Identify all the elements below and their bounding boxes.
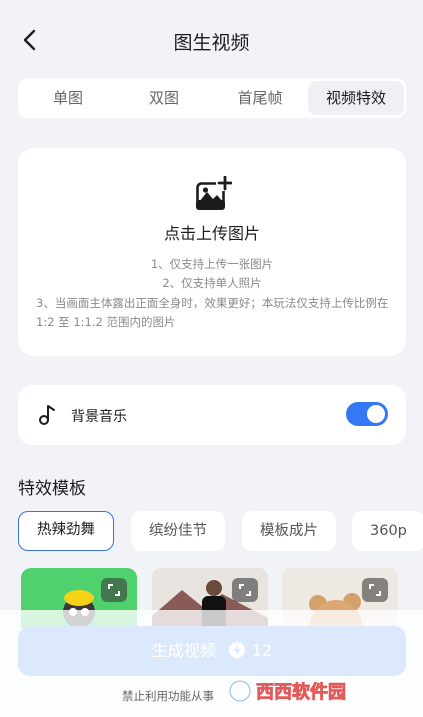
expand-icon[interactable]	[101, 578, 127, 602]
mode-tabs: 单图 双图 首尾帧 视频特效	[18, 78, 406, 118]
expand-icon[interactable]	[362, 578, 388, 602]
header: 图生视频	[0, 0, 423, 80]
music-toggle[interactable]	[346, 402, 388, 426]
tab-double-image[interactable]: 双图	[116, 81, 212, 115]
music-label: 背景音乐	[71, 409, 127, 425]
music-note-icon	[39, 405, 55, 425]
templates-title: 特效模板	[18, 479, 86, 499]
svg-text:西西软件园: 西西软件园	[256, 681, 346, 703]
upload-title: 点击上传图片	[163, 224, 260, 243]
chip-festival[interactable]: 缤纷佳节	[131, 511, 225, 551]
add-image-icon	[196, 176, 232, 210]
template-chips: 热辣劲舞 缤纷佳节 模板成片 360p	[18, 511, 423, 551]
tab-video-effects[interactable]: 视频特效	[308, 81, 404, 115]
watermark-logo: 西西软件园 CR173.COM	[228, 679, 372, 711]
toggle-knob	[367, 405, 385, 423]
generate-cost: 12	[251, 641, 273, 660]
generate-video-button[interactable]: 生成视频 12	[18, 626, 406, 676]
upload-rule-2: 2、仅支持单人照片	[162, 276, 262, 290]
chip-360p[interactable]: 360p	[352, 511, 423, 551]
generate-label: 生成视频	[151, 641, 216, 660]
upload-rule-1: 1、仅支持上传一张图片	[150, 257, 274, 271]
chip-template-film[interactable]: 模板成片	[242, 511, 336, 551]
svg-text:CR173.COM: CR173.COM	[324, 702, 372, 711]
expand-icon[interactable]	[232, 578, 258, 602]
tab-single-image[interactable]: 单图	[20, 81, 116, 115]
background-music-row: 背景音乐	[18, 385, 406, 445]
page-title: 图生视频	[173, 32, 250, 54]
upload-rule-3: 3、当画面主体露出正面全身时，效果更好；本玩法仅支持上传比例在 1:2 至 1:…	[36, 296, 389, 329]
chip-hot-dance[interactable]: 热辣劲舞	[18, 511, 114, 551]
upload-card[interactable]: 点击上传图片 1、仅支持上传一张图片 2、仅支持单人照片 3、当画面主体露出正面…	[18, 148, 406, 356]
tab-first-last-frame[interactable]: 首尾帧	[212, 81, 308, 115]
lightning-icon	[228, 642, 245, 658]
disclaimer-text: 禁止利用功能从事	[122, 689, 214, 703]
